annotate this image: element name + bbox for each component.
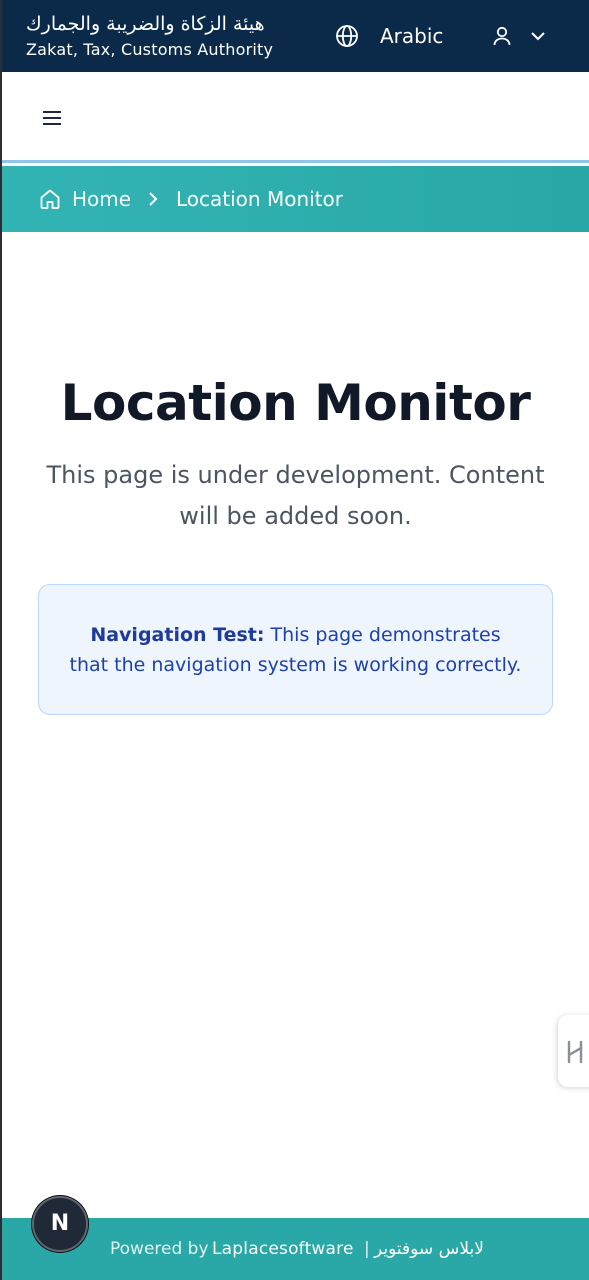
brand-arabic-name: هيئة الزكاة والضريبة والجمارك (26, 13, 265, 35)
page: هيئة الزكاة والضريبة والجمارك Zakat, Tax… (2, 0, 589, 1280)
menu-bar (2, 72, 589, 163)
globe-icon[interactable] (335, 24, 359, 48)
notice-label: Navigation Test: (90, 624, 265, 646)
hamburger-menu-icon[interactable] (40, 107, 64, 129)
top-header: هيئة الزكاة والضريبة والجمارك Zakat, Tax… (2, 0, 589, 72)
nextjs-logo-icon: N (50, 1211, 70, 1236)
page-subtitle: This page is under development. Content … (46, 461, 545, 530)
footer: Powered by Laplacesoftware | لابلاس سوفت… (2, 1218, 589, 1280)
brand-english-name: Zakat, Tax, Customs Authority (26, 40, 274, 59)
side-tab-icon (567, 1040, 583, 1064)
footer-separator: | (364, 1239, 370, 1259)
home-icon[interactable] (38, 187, 62, 211)
breadcrumb-current: Location Monitor (176, 187, 343, 211)
footer-powered-by: Powered by (110, 1239, 209, 1259)
footer-company-arabic: لابلاس سوفتوير (374, 1239, 484, 1259)
chevron-down-icon[interactable] (528, 26, 548, 46)
breadcrumb: Home Location Monitor (2, 166, 589, 232)
page-title: Location Monitor (60, 374, 531, 432)
user-icon[interactable] (490, 24, 514, 48)
footer-company-link[interactable]: Laplacesoftware (212, 1239, 354, 1259)
nextjs-dev-badge[interactable]: N (32, 1196, 88, 1252)
breadcrumb-home-link[interactable]: Home (72, 186, 131, 212)
chevron-right-icon (149, 192, 158, 206)
language-switch[interactable]: Arabic (380, 24, 443, 48)
side-feedback-tab[interactable] (558, 1015, 589, 1087)
info-notice: Navigation Test: This page demonstrates … (38, 584, 553, 715)
